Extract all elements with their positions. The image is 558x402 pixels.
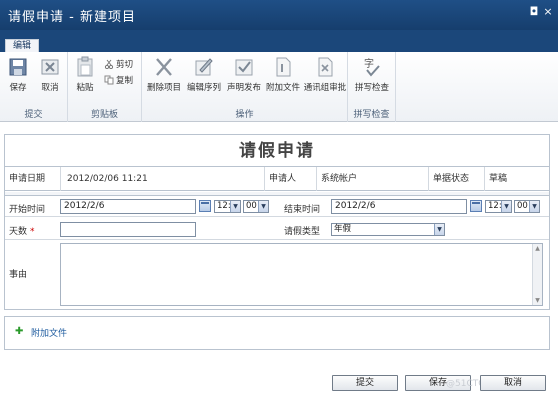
scroll-up-icon[interactable]: ▲ (534, 245, 541, 252)
reason-scrollbar[interactable]: ▲ ▼ (532, 244, 542, 305)
start-minute-value: 00 (246, 201, 257, 211)
chevron-down-icon: ▼ (434, 224, 444, 235)
window-titlebar: 请假申请 - 新建项目 ◘ × (0, 0, 558, 30)
declare-publish-label: 声明发布 (226, 83, 261, 93)
paste-icon (77, 56, 93, 77)
applicant-value: 系统帐户 (317, 167, 429, 191)
copy-ribbon-label: 复制 (116, 76, 134, 86)
ribbon: 保存 取消 提交 粘贴 剪切 复制 剪贴板 删除项目 编辑序列 声明发布 附加文… (0, 52, 558, 122)
chevron-down-icon: ▼ (529, 201, 539, 212)
start-date-input[interactable]: 2012/2/6 (60, 199, 196, 214)
spell-check-label: 拼写检查 (354, 83, 389, 93)
delete-item-label: 删除项目 (146, 83, 181, 93)
chevron-down-icon: ▼ (230, 201, 240, 212)
status-label: 单据状态 (429, 167, 485, 191)
leave-type-value: 年假 (334, 224, 352, 234)
cut-ribbon-button[interactable]: 剪切 (104, 58, 133, 70)
end-minute-select[interactable]: 00 ▼ (514, 200, 540, 213)
days-row: 天数 * 请假类型 年假 ▼ (5, 218, 549, 240)
copy-ribbon-button[interactable]: 复制 (104, 74, 133, 86)
edit-series-label: 编辑序列 (186, 83, 221, 93)
save-icon (9, 58, 27, 76)
delete-item-button[interactable]: 删除项目 (146, 56, 182, 93)
spell-check-icon: 字 (364, 57, 380, 77)
attach-file-icon (276, 57, 291, 77)
cut-ribbon-label: 剪切 (116, 60, 134, 70)
save-ribbon-label: 保存 (9, 83, 27, 93)
svg-text:字: 字 (364, 57, 374, 70)
attach-section: ✚ 附加文件 (4, 316, 550, 350)
status-value: 草稿 (489, 174, 508, 184)
group-approval-button[interactable]: 通讯组审批 (302, 56, 348, 93)
header-row: 申请日期 2012/02/06 11:21 申请人 系统帐户 单据状态 草稿 (5, 167, 549, 191)
tab-edit[interactable]: 编辑 (5, 39, 39, 53)
reason-textarea[interactable]: ▲ ▼ (60, 243, 543, 306)
group-label-clipboard: 剪贴板 (90, 110, 118, 120)
group-approval-label: 通讯组审批 (303, 83, 347, 93)
end-date-input[interactable]: 2012/2/6 (331, 199, 467, 214)
start-hour-value: 12: (217, 201, 231, 211)
paste-ribbon-button[interactable]: 粘贴 (72, 56, 98, 93)
days-input[interactable] (60, 222, 196, 237)
start-minute-select[interactable]: 00 ▼ (243, 200, 269, 213)
submit-button[interactable]: 提交 (332, 375, 398, 391)
leave-form: 请假申请 申请日期 2012/02/06 11:21 申请人 系统帐户 单据状态… (4, 134, 550, 310)
group-label-actions: 操作 (235, 110, 254, 120)
ribbon-group-actions: 删除项目 编辑序列 声明发布 附加文件 通讯组审批 操作 (142, 52, 348, 122)
applicant-label: 申请人 (265, 167, 317, 191)
days-label: 天数 * (9, 224, 35, 237)
save-ribbon-button[interactable]: 保存 (6, 56, 30, 93)
ribbon-group-commit: 保存 取消 提交 (0, 52, 68, 122)
spell-check-button[interactable]: 字 拼写检查 (352, 56, 392, 93)
copy-icon (104, 75, 114, 85)
attach-file-ribbon-button[interactable]: 附加文件 (264, 56, 302, 93)
delete-x-icon (156, 58, 172, 76)
form-title: 请假申请 (5, 135, 549, 167)
scroll-down-icon[interactable]: ▼ (534, 297, 541, 304)
reason-row: 事由 ▲ ▼ (5, 241, 549, 309)
end-calendar-icon[interactable] (470, 200, 482, 212)
start-hour-select[interactable]: 12: ▼ (214, 200, 241, 213)
attach-file-ribbon-label: 附加文件 (265, 83, 300, 93)
end-time-label: 结束时间 (284, 205, 321, 215)
paste-ribbon-label: 粘贴 (76, 83, 94, 93)
apply-date-label: 申请日期 (5, 167, 61, 191)
required-mark: * (30, 227, 35, 237)
window-title: 请假申请 - 新建项目 (8, 10, 136, 25)
end-hour-select[interactable]: 12: ▼ (485, 200, 512, 213)
restore-icon[interactable]: ◘ (528, 6, 540, 18)
leave-type-label: 请假类型 (284, 227, 321, 237)
attach-file-link[interactable]: 附加文件 (31, 326, 67, 339)
cancel-button[interactable]: 取消 (480, 375, 546, 391)
scissors-icon (104, 59, 114, 69)
ribbon-group-clipboard: 粘贴 剪切 复制 剪贴板 (68, 52, 142, 122)
declare-publish-button[interactable]: 声明发布 (224, 56, 264, 93)
cancel-ribbon-button[interactable]: 取消 (38, 56, 62, 93)
start-time-label: 开始时间 (9, 205, 46, 215)
start-calendar-icon[interactable] (199, 200, 211, 212)
leave-type-select[interactable]: 年假 ▼ (331, 223, 445, 236)
close-icon[interactable]: × (542, 6, 554, 18)
edit-series-button[interactable]: 编辑序列 (184, 56, 224, 93)
days-label-text: 天数 (9, 227, 28, 237)
ribbon-group-spelling: 字 拼写检查 拼写检查 (348, 52, 396, 122)
group-label-commit: 提交 (24, 110, 43, 120)
edit-series-icon (195, 58, 213, 76)
apply-date-value: 2012/02/06 11:21 (61, 167, 265, 191)
time-row: 开始时间 2012/2/6 12: ▼ 00 ▼ 结束时间 2012/2/6 12:… (5, 197, 549, 217)
ribbon-tabstrip: 编辑 (0, 30, 558, 53)
end-minute-value: 00 (517, 201, 528, 211)
approval-doc-icon (318, 57, 333, 77)
cancel-icon (41, 59, 59, 75)
chevron-down-icon: ▼ (501, 201, 511, 212)
section-gap (5, 192, 549, 196)
cancel-ribbon-label: 取消 (41, 83, 59, 93)
reason-label: 事由 (9, 270, 28, 280)
publish-check-icon (235, 59, 253, 76)
end-hour-value: 12: (488, 201, 502, 211)
chevron-down-icon: ▼ (258, 201, 268, 212)
group-label-spelling: 拼写检查 (353, 110, 390, 120)
add-icon[interactable]: ✚ (15, 326, 23, 337)
